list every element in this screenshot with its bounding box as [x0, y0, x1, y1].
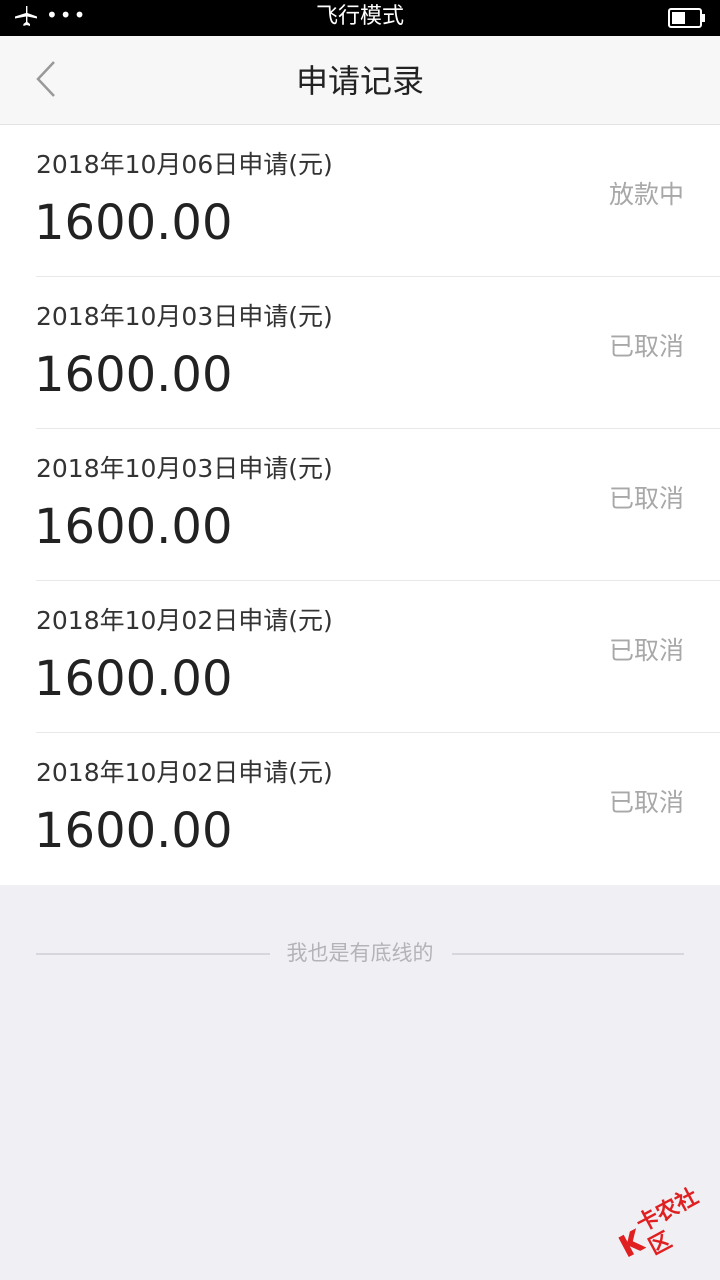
- record-item[interactable]: 2018年10月02日申请(元) 1600.00 已取消: [0, 581, 720, 733]
- record-amount: 1600.00: [34, 347, 233, 403]
- status-bar-title: 飞行模式: [315, 4, 404, 29]
- record-status: 已取消: [608, 332, 684, 361]
- record-item[interactable]: 2018年10月02日申请(元) 1600.00 已取消: [0, 733, 720, 885]
- record-list: 2018年10月06日申请(元) 1600.00 放款中 2018年10月03日…: [0, 125, 720, 885]
- record-amount: 1600.00: [34, 803, 233, 859]
- page-title: 申请记录: [295, 62, 424, 100]
- record-date: 2018年10月03日申请(元): [36, 302, 333, 331]
- nav-bar: 申请记录: [0, 36, 720, 125]
- record-item[interactable]: 2018年10月03日申请(元) 1600.00 已取消: [0, 429, 720, 581]
- status-bar: ••• 飞行模式: [0, 0, 720, 36]
- record-status: 已取消: [608, 636, 684, 665]
- record-status: 放款中: [608, 180, 684, 209]
- record-status: 已取消: [608, 484, 684, 513]
- record-amount: 1600.00: [34, 195, 233, 251]
- record-amount: 1600.00: [34, 499, 233, 555]
- battery-icon: [668, 8, 706, 28]
- record-date: 2018年10月06日申请(元): [36, 150, 333, 179]
- record-item[interactable]: 2018年10月06日申请(元) 1600.00 放款中: [0, 125, 720, 277]
- record-date: 2018年10月02日申请(元): [36, 758, 333, 787]
- record-status: 已取消: [608, 788, 684, 817]
- record-date: 2018年10月03日申请(元): [36, 454, 333, 483]
- record-item[interactable]: 2018年10月03日申请(元) 1600.00 已取消: [0, 277, 720, 429]
- record-date: 2018年10月02日申请(元): [36, 606, 333, 635]
- watermark-logo: 卡农社区: [606, 1174, 720, 1279]
- record-amount: 1600.00: [34, 651, 233, 707]
- footer-line-right: [452, 953, 684, 955]
